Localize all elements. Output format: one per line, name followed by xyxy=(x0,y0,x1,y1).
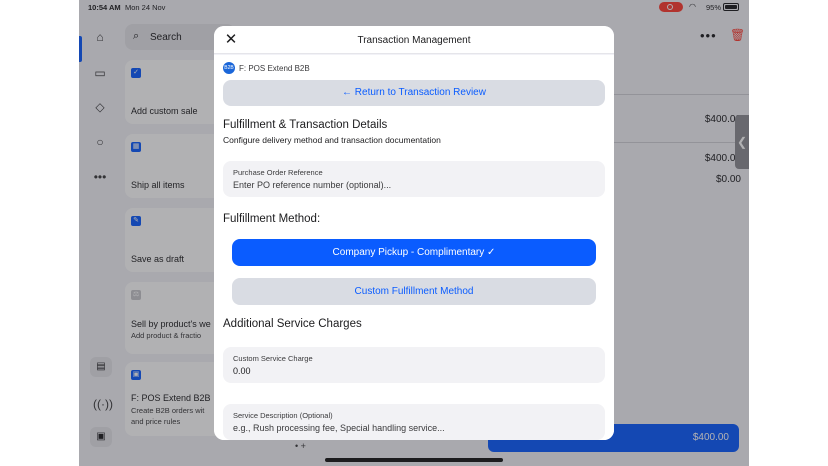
modal-body: B2B F: POS Extend B2B ← Return to Transa… xyxy=(214,55,614,440)
po-reference-placeholder: Enter PO reference number (optional)... xyxy=(233,180,392,190)
service-charge-value: 0.00 xyxy=(233,366,251,376)
app-name: F: POS Extend B2B xyxy=(239,64,310,73)
po-reference-label: Purchase Order Reference xyxy=(233,168,323,177)
service-description-placeholder: e.g., Rush processing fee, Special handl… xyxy=(233,423,445,433)
service-charge-label: Custom Service Charge xyxy=(233,354,313,363)
section-title-fulfillment-details: Fulfillment & Transaction Details xyxy=(223,119,388,131)
fulfillment-method-title: Fulfillment Method: xyxy=(223,213,321,225)
home-indicator xyxy=(325,458,503,462)
company-pickup-option[interactable]: Company Pickup - Complimentary ✓ xyxy=(232,239,596,266)
modal-header: ✕ Transaction Management xyxy=(214,26,614,54)
service-description-field[interactable]: Service Description (Optional) e.g., Rus… xyxy=(223,404,605,440)
section-subtitle: Configure delivery method and transactio… xyxy=(223,135,441,145)
modal-title: Transaction Management xyxy=(357,35,471,46)
service-charges-title: Additional Service Charges xyxy=(223,318,362,330)
return-to-review-button[interactable]: ← Return to Transaction Review xyxy=(223,80,605,106)
custom-fulfillment-option[interactable]: Custom Fulfillment Method xyxy=(232,278,596,305)
service-description-label: Service Description (Optional) xyxy=(233,411,333,420)
po-reference-field[interactable]: Purchase Order Reference Enter PO refere… xyxy=(223,161,605,197)
service-charge-field[interactable]: Custom Service Charge 0.00 xyxy=(223,347,605,383)
app-badge-icon: B2B xyxy=(223,62,235,74)
transaction-management-modal: ✕ Transaction Management B2B F: POS Exte… xyxy=(214,26,614,440)
